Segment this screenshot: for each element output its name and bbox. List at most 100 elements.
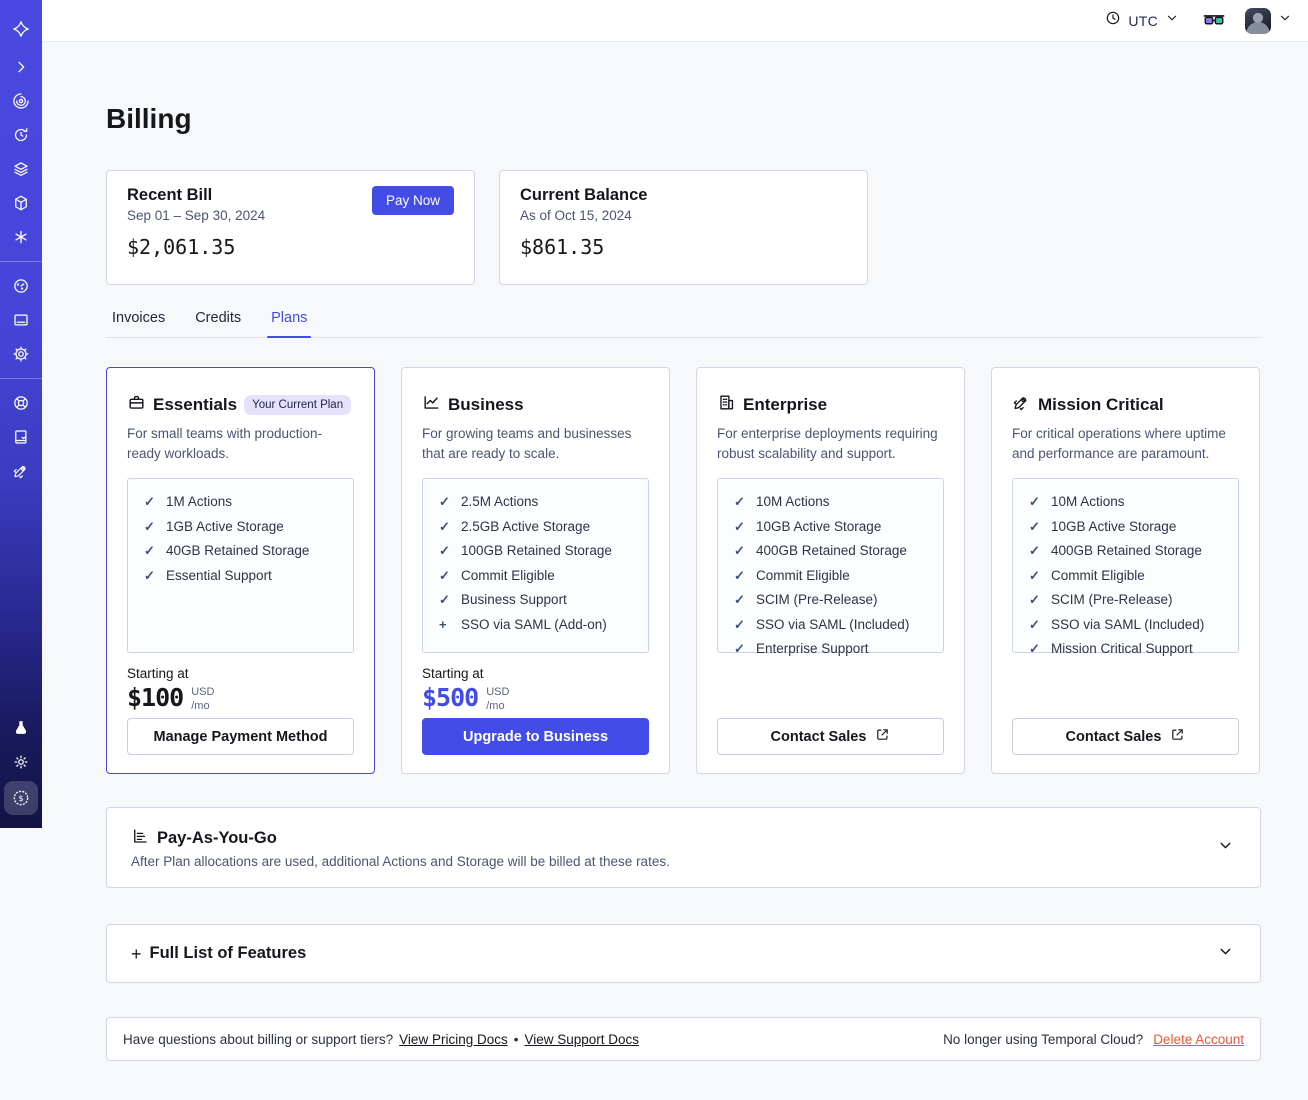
nexus-asterisk-icon[interactable] (0, 220, 42, 254)
labs-flask-icon[interactable] (0, 711, 42, 745)
check-icon: ✓ (439, 592, 450, 608)
usage-gauge-icon[interactable] (0, 269, 42, 303)
check-icon: ✓ (1029, 616, 1040, 632)
theme-sun-icon[interactable] (0, 745, 42, 779)
feature-text: 1M Actions (166, 494, 233, 510)
payg-accordion[interactable]: Pay-As-You-Go After Plan allocations are… (106, 807, 1261, 888)
chevron-right-icon[interactable] (0, 50, 42, 84)
plan-description: For growing teams and businesses that ar… (422, 426, 632, 461)
button-label: Contact Sales (1065, 728, 1162, 745)
contact-sales-button[interactable]: Contact Sales (1012, 718, 1239, 755)
plan-features-box: ✓ 2.5M Actions ✓ 2.5GB Active Storage ✓ 100… (422, 478, 649, 654)
plan-card-essentials: Essentials Your Current Plan For small t… (106, 367, 375, 774)
feature-item: ✓ 10GB Active Storage (1029, 519, 1230, 535)
recent-bill-card: Recent Bill Sep 01 – Sep 30, 2024 Pay No… (106, 170, 475, 285)
delete-account-link[interactable]: Delete Account (1153, 1032, 1244, 1047)
plus-icon: + (131, 943, 142, 964)
feature-item: ✓ Business Support (439, 592, 640, 608)
feature-text: SSO via SAML (Add-on) (461, 616, 607, 632)
check-icon: ✓ (734, 567, 745, 583)
tab-credits[interactable]: Credits (195, 310, 241, 337)
feature-text: 400GB Retained Storage (1051, 543, 1202, 559)
plan-card-mission-critical: Mission Critical For critical operations… (991, 367, 1260, 774)
footer-right-text: No longer using Temporal Cloud? (943, 1031, 1144, 1047)
check-icon: ✓ (439, 518, 450, 534)
feature-text: Essential Support (166, 567, 272, 583)
per-label: /mo (191, 699, 210, 712)
account-menu[interactable] (1245, 7, 1292, 34)
building-icon (717, 393, 736, 417)
chevron-down-icon (1278, 11, 1292, 30)
tab-plans[interactable]: Plans (267, 310, 312, 338)
feature-text: SSO via SAML (Included) (756, 616, 910, 632)
plan-name: Essentials (153, 395, 238, 414)
pricing-docs-link[interactable]: View Pricing Docs (399, 1032, 508, 1047)
3d-glasses-icon[interactable] (1203, 12, 1225, 30)
namespaces-icon[interactable] (0, 84, 42, 118)
current-balance-amount: $861.35 (520, 235, 605, 259)
getting-started-rocket-icon[interactable] (0, 454, 42, 488)
cube-icon[interactable] (0, 186, 42, 220)
feature-text: 2.5GB Active Storage (461, 518, 591, 534)
feature-item: ✓ 10M Actions (734, 494, 935, 510)
trend-chart-icon (422, 393, 441, 417)
timezone-selector[interactable]: UTC (1105, 10, 1179, 31)
feature-item: ✓ 400GB Retained Storage (1029, 543, 1230, 559)
upgrade-to-business-button[interactable]: Upgrade to Business (422, 718, 649, 755)
external-link-icon (875, 727, 890, 746)
check-icon: ✓ (1029, 543, 1040, 559)
support-lifebuoy-icon[interactable] (0, 386, 42, 420)
check-icon: ✓ (734, 543, 745, 559)
button-label: Manage Payment Method (153, 728, 328, 745)
feature-text: 100GB Retained Storage (461, 543, 612, 559)
feature-text: 400GB Retained Storage (756, 543, 907, 559)
recent-bill-title: Recent Bill (127, 186, 213, 204)
plans-row: Essentials Your Current Plan For small t… (106, 367, 1261, 774)
payments-card-icon[interactable] (0, 303, 42, 337)
billing-dollar-icon[interactable]: $ (4, 781, 38, 815)
pay-now-button[interactable]: Pay Now (371, 186, 454, 215)
contact-sales-button[interactable]: Contact Sales (717, 718, 944, 755)
check-icon: ✓ (144, 518, 155, 534)
feature-text: SSO via SAML (Included) (1051, 616, 1205, 632)
feature-item: ✓ 1GB Active Storage (144, 519, 345, 535)
feature-text: 10M Actions (756, 494, 830, 510)
sidebar: $ (0, 0, 42, 828)
per-label: /mo (486, 699, 505, 712)
settings-gear-icon[interactable] (0, 337, 42, 371)
svg-text:$: $ (18, 793, 23, 803)
check-icon: ✓ (144, 543, 155, 559)
temporal-logo-icon[interactable] (0, 12, 42, 46)
briefcase-icon (127, 393, 146, 417)
schedules-icon[interactable] (0, 118, 42, 152)
check-icon: ✓ (1029, 567, 1040, 583)
layers-icon[interactable] (0, 152, 42, 186)
plan-description: For small teams with production-ready wo… (127, 426, 323, 461)
current-balance-asof: As of Oct 15, 2024 (520, 208, 632, 223)
price-block: Starting at $100 USD/mo (127, 666, 354, 714)
footer-question: Have questions about billing or support … (123, 1031, 394, 1047)
docs-book-icon[interactable] (0, 420, 42, 454)
check-icon: ✓ (439, 567, 450, 583)
current-balance-title: Current Balance (520, 186, 648, 204)
check-icon: ✓ (734, 518, 745, 534)
manage-payment-button[interactable]: Manage Payment Method (127, 718, 354, 755)
tab-invoices[interactable]: Invoices (112, 310, 165, 337)
full-features-accordion[interactable]: + Full List of Features (106, 924, 1261, 983)
button-label: Upgrade to Business (462, 728, 609, 745)
starting-at-label: Starting at (422, 666, 484, 682)
feature-item: ✓ 100GB Retained Storage (439, 543, 640, 559)
bar-chart-icon (131, 827, 149, 850)
chevron-down-icon (1217, 837, 1234, 859)
recent-bill-period: Sep 01 – Sep 30, 2024 (127, 208, 266, 223)
feature-item: ✓ 10GB Active Storage (734, 519, 935, 535)
page-title: Billing (106, 103, 192, 134)
plan-features-box: ✓ 10M Actions ✓ 10GB Active Storage ✓ 400GB… (1012, 478, 1239, 656)
main-content: Billing Recent Bill Sep 01 – Sep 30, 202… (42, 42, 1308, 1100)
feature-item: ✓ 2.5GB Active Storage (439, 519, 640, 535)
support-docs-link[interactable]: View Support Docs (524, 1032, 639, 1047)
feature-text: Commit Eligible (756, 567, 850, 583)
check-icon: ✓ (439, 494, 450, 510)
feature-text: Business Support (461, 592, 567, 608)
feature-item: ✓ 1M Actions (144, 494, 345, 510)
